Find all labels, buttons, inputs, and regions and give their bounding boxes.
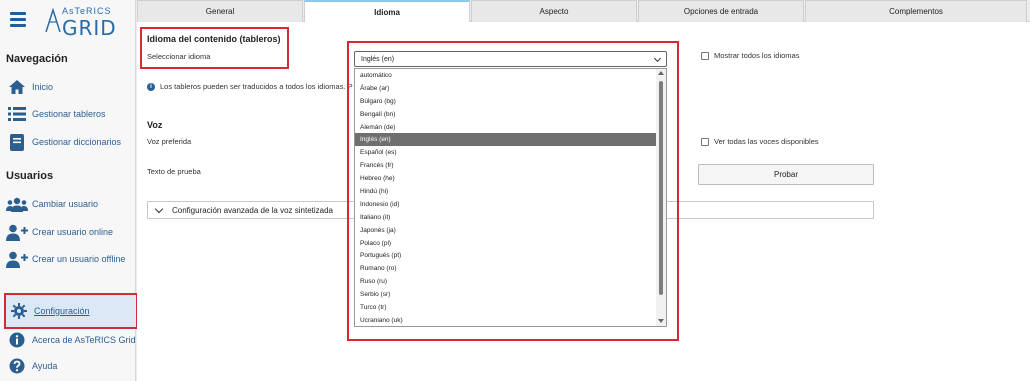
chevron-down-icon: [154, 204, 164, 213]
sidebar-item-manage-boards[interactable]: Gestionar tableros: [6, 103, 134, 125]
sidebar-item-home[interactable]: Inicio: [6, 76, 134, 98]
chevron-down-icon: [653, 54, 662, 63]
menu-icon[interactable]: [10, 12, 26, 27]
app-logo: AsTeRICS GRID: [44, 6, 132, 40]
list-icon: [6, 105, 28, 123]
dropdown-option[interactable]: Japonés (ja): [355, 224, 666, 237]
show-all-languages-checkbox[interactable]: [701, 51, 709, 60]
users-icon: [6, 195, 28, 213]
help-icon: [6, 357, 28, 375]
sidebar-item-label: Inicio: [32, 82, 54, 92]
scroll-thumb[interactable]: [659, 81, 663, 295]
dropdown-option[interactable]: Ucraniano (uk): [355, 314, 666, 326]
user-plus-icon: [6, 250, 28, 268]
sidebar-item-create-offline-user[interactable]: Crear un usuario offline: [6, 248, 134, 270]
dropdown-option[interactable]: Árabe (ar): [355, 82, 666, 95]
main-area: General Idioma Aspecto Opciones de entra…: [137, 0, 1030, 381]
logo-small-text: AsTeRICS: [62, 6, 112, 16]
settings-tabs: General Idioma Aspecto Opciones de entra…: [137, 0, 1030, 23]
dropdown-option[interactable]: Bengalí (bn): [355, 108, 666, 121]
scroll-down-arrow[interactable]: [658, 319, 664, 323]
language-settings-panel: Idioma del contenido (tableros) Seleccio…: [137, 22, 1030, 381]
show-all-voices-row[interactable]: Ver todas las voces disponibles: [701, 137, 819, 146]
sidebar-item-settings[interactable]: Configuración: [4, 293, 138, 329]
dropdown-option[interactable]: Hindú (hi): [355, 185, 666, 198]
dropdown-option[interactable]: Indonesio (id): [355, 198, 666, 211]
dropdown-option[interactable]: automático: [355, 69, 666, 82]
show-all-voices-label: Ver todas las voces disponibles: [714, 137, 819, 146]
dropdown-option[interactable]: Ruso (ru): [355, 275, 666, 288]
logo-big-text: GRID: [62, 16, 117, 40]
show-all-languages-row[interactable]: Mostrar todos los idiomas: [701, 51, 799, 60]
dropdown-option[interactable]: Portugués (pt): [355, 249, 666, 262]
preferred-voice-label: Voz preferida: [147, 137, 192, 146]
show-all-languages-label: Mostrar todos los idiomas: [714, 51, 800, 60]
show-all-voices-checkbox[interactable]: [701, 137, 709, 146]
language-select-value: Inglés (en): [361, 55, 395, 63]
dropdown-scrollbar[interactable]: [656, 69, 666, 326]
info-message: i Los tableros pueden ser traducidos a t…: [147, 82, 353, 91]
dropdown-option[interactable]: Búlgaro (bg): [355, 95, 666, 108]
sidebar-item-about[interactable]: Acerca de AsTeRICS Grid: [6, 329, 136, 351]
tab-general[interactable]: General: [137, 0, 303, 22]
sidebar-item-help[interactable]: Ayuda: [6, 355, 134, 377]
sidebar-item-label: Configuración: [34, 306, 90, 316]
dropdown-option[interactable]: Serbio (sr): [355, 288, 666, 301]
dropdown-option[interactable]: Hebreo (he): [355, 172, 666, 185]
voice-section-title: Voz: [147, 120, 163, 130]
sidebar-item-label: Ayuda: [32, 361, 58, 371]
tab-language[interactable]: Idioma: [304, 0, 470, 23]
test-text-label: Texto de prueba: [147, 167, 201, 176]
info-icon: i: [147, 82, 155, 91]
navigation-heading: Navegación: [6, 53, 68, 65]
home-icon: [6, 78, 28, 96]
tab-input-options[interactable]: Opciones de entrada: [638, 0, 804, 22]
dropdown-option[interactable]: Polaco (pl): [355, 237, 666, 250]
dropdown-option[interactable]: Alemán (de): [355, 121, 666, 134]
gear-icon: [8, 302, 30, 320]
language-dropdown-list: automático Árabe (ar) Búlgaro (bg) Bengalí …: [354, 68, 667, 327]
dropdown-option[interactable]: Italiano (it): [355, 211, 666, 224]
dropdown-option[interactable]: Español (es): [355, 146, 666, 159]
sidebar-item-label: Crear usuario online: [32, 227, 114, 237]
content-language-title: Idioma del contenido (tableros): [147, 34, 281, 44]
tab-plugins[interactable]: Complementos: [805, 0, 1027, 22]
user-plus-icon: [6, 223, 28, 241]
advanced-voice-settings-label: Configuración avanzada de la voz sinteti…: [172, 205, 333, 215]
select-language-label: Seleccionar idioma: [147, 52, 211, 61]
sidebar-item-create-online-user[interactable]: Crear usuario online: [6, 221, 134, 243]
language-select[interactable]: Inglés (en): [354, 51, 667, 67]
info-text: Los tableros pueden ser traducidos a tod…: [160, 82, 353, 91]
tab-appearance[interactable]: Aspecto: [471, 0, 637, 22]
test-voice-button[interactable]: Probar: [698, 164, 874, 185]
sidebar-item-label: Acerca de AsTeRICS Grid: [32, 335, 136, 345]
sidebar: AsTeRICS GRID Navegación Inicio Gestiona…: [0, 0, 138, 381]
dropdown-option[interactable]: Rumano (ro): [355, 262, 666, 275]
scroll-up-arrow[interactable]: [658, 71, 664, 75]
logo-icon: [45, 8, 61, 33]
sidebar-item-label: Cambiar usuario: [32, 199, 99, 209]
sidebar-item-label: Gestionar diccionarios: [32, 137, 122, 147]
dropdown-option[interactable]: Francés (fr): [355, 159, 666, 172]
sidebar-item-change-user[interactable]: Cambiar usuario: [6, 193, 134, 215]
dictionary-icon: [6, 133, 28, 151]
sidebar-item-label: Crear un usuario offline: [32, 254, 126, 264]
dropdown-option[interactable]: Turco (tr): [355, 301, 666, 314]
sidebar-item-label: Gestionar tableros: [32, 109, 106, 119]
users-heading: Usuarios: [6, 170, 54, 182]
sidebar-item-manage-dictionaries[interactable]: Gestionar diccionarios: [6, 131, 134, 153]
info-icon: [6, 331, 28, 349]
dropdown-option[interactable]: Inglés (en): [355, 133, 666, 147]
